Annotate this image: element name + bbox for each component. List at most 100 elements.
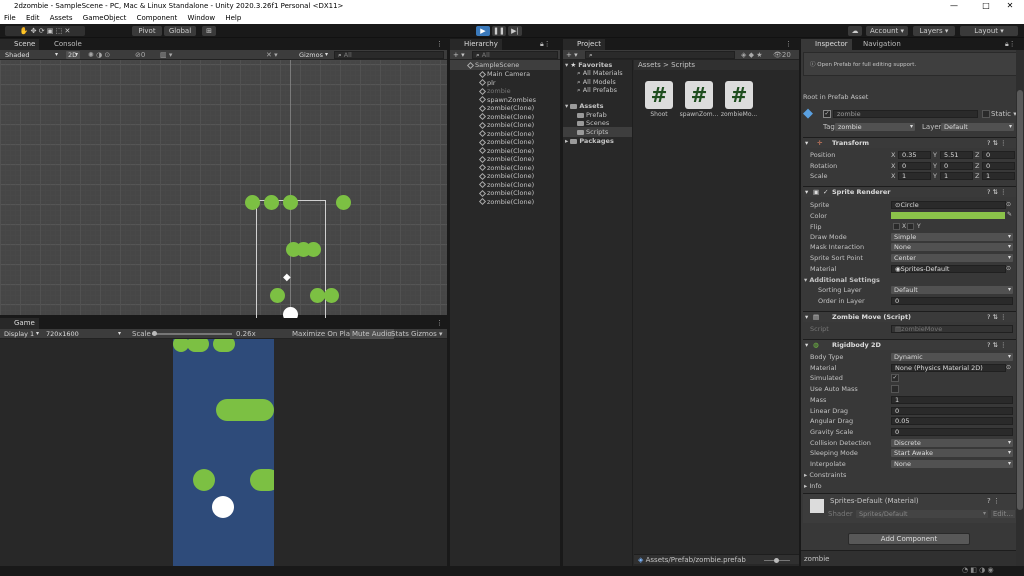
layer-dropdown[interactable]: Default [941, 123, 1014, 131]
tab-game[interactable]: Game [0, 318, 39, 329]
menu-help[interactable]: Help [225, 14, 241, 22]
sorting-layer-dropdown[interactable]: Default [891, 286, 1013, 294]
rigidbody-angular-drag-field[interactable]: 0.05 [891, 417, 1013, 426]
flip-x-checkbox[interactable] [893, 223, 900, 230]
layers-dropdown[interactable]: Layers ▾ [913, 26, 955, 36]
collab-icon[interactable]: ☁ [848, 26, 862, 36]
static-dropdown[interactable]: Static ▾ [991, 110, 1017, 118]
2d-toggle[interactable]: 2D [66, 51, 80, 59]
rigidbody-gravity-scale-field[interactable]: 0 [891, 427, 1013, 436]
rigidbody-header[interactable]: ▾ ◍ Rigidbody 2D ? ⇅ ⋮ [803, 339, 1016, 350]
layout-dropdown[interactable]: Layout ▾ [960, 26, 1018, 36]
account-dropdown[interactable]: Account ▾ [866, 26, 908, 36]
hierarchy-search[interactable]: ⌕ All [472, 51, 558, 59]
component-menu-icons[interactable]: ? ⇅ ⋮ [987, 187, 1007, 198]
mute-audio-toggle[interactable]: Mute Audio [350, 329, 394, 339]
constraints-foldout[interactable]: ▸ Constraints [804, 470, 846, 480]
component-menu-icons[interactable]: ? ⇅ ⋮ [987, 340, 1007, 351]
script-file-icon[interactable]: # [685, 81, 713, 109]
component-menu-icons[interactable]: ? ⇅ ⋮ [987, 138, 1007, 149]
create-asset-button[interactable]: + ▾ [566, 50, 578, 60]
tab-project[interactable]: Project [563, 39, 605, 50]
pivot-toggle[interactable]: Pivot [132, 26, 162, 36]
transform-rotation-x-field[interactable]: 0 [898, 161, 931, 170]
play-button[interactable]: ▶ [476, 26, 490, 36]
transform-scale-x-field[interactable]: 1 [898, 172, 931, 181]
zombie-sprite[interactable] [336, 195, 351, 210]
icon-size-slider[interactable] [764, 558, 790, 563]
resolution-dropdown[interactable]: 720x1600 [43, 330, 123, 338]
menu-gameobject[interactable]: GameObject [83, 14, 127, 22]
inspector-scrollbar[interactable] [1016, 50, 1024, 566]
icon-size-slider-thumb[interactable] [774, 558, 779, 563]
mask-interaction-dropdown[interactable]: None [891, 243, 1013, 251]
rigidbody-simulated-checkbox[interactable]: ✓ [891, 374, 899, 383]
rigidbody-linear-drag-field[interactable]: 0 [891, 406, 1013, 415]
tab-scene[interactable]: Scene [0, 39, 40, 50]
additional-settings-foldout[interactable]: ▾ Additional Settings [804, 275, 880, 285]
hierarchy-item[interactable]: zombie(Clone) [450, 197, 560, 207]
more-icon[interactable]: ⋮ [785, 39, 792, 50]
rigidbody-sleeping-mode-dropdown[interactable]: Start Awake [891, 449, 1013, 458]
menu-file[interactable]: File [4, 14, 16, 22]
add-component-button[interactable]: Add Component [848, 533, 970, 545]
menu-component[interactable]: Component [137, 14, 178, 22]
project-search[interactable]: ⌕ [585, 51, 735, 59]
object-picker-icon[interactable]: ⊙ [1006, 201, 1011, 208]
zombie-sprite[interactable] [324, 288, 339, 303]
tools-icon[interactable]: ✕ ▾ [266, 50, 278, 60]
order-in-layer-field[interactable]: 0 [891, 297, 1013, 305]
scale-slider[interactable] [152, 331, 232, 336]
packages-folder[interactable]: ▸ Packages [565, 136, 614, 146]
zombie-sprite[interactable] [306, 242, 321, 257]
more-icon[interactable]: ⋮ [436, 39, 443, 50]
sprite-field[interactable]: ⊙Circle [891, 201, 1006, 209]
enabled-checkbox[interactable]: ✓ [823, 187, 828, 198]
rigidbody-material-field[interactable]: None (Physics Material 2D) [891, 363, 1006, 372]
game-gizmos-dropdown[interactable]: Gizmos ▾ [411, 329, 443, 339]
sprite-renderer-header[interactable]: ▾ ▣ ✓ Sprite Renderer ? ⇅ ⋮ [803, 186, 1016, 197]
rigidbody-use-auto-mass-checkbox[interactable] [891, 385, 899, 394]
rigidbody-body-type-dropdown[interactable]: Dynamic [891, 353, 1013, 361]
active-checkbox[interactable]: ✓ [823, 110, 831, 118]
object-picker-icon[interactable]: ⊙ [1006, 265, 1011, 272]
zombie-sprite[interactable] [245, 195, 260, 210]
menu-window[interactable]: Window [188, 14, 216, 22]
tag-dropdown[interactable]: zombie [835, 123, 915, 131]
status-icons[interactable]: ◔ ◧ ◑ ◉ [962, 566, 994, 574]
global-toggle[interactable]: Global [164, 26, 196, 36]
eyedropper-icon[interactable]: ✎ [1007, 211, 1012, 218]
shading-dropdown[interactable]: Shaded [2, 51, 60, 59]
lock-icon[interactable]: 🔒︎⋮ [540, 39, 551, 50]
transform-tools[interactable]: ✋ ✥ ⟳ ▣ ⬚ ✕ [5, 26, 85, 36]
display-dropdown[interactable]: Display 1 [1, 330, 41, 338]
script-file-icon[interactable]: # [645, 81, 673, 109]
transform-position-y-field[interactable]: 5.51 [940, 151, 973, 159]
pause-button[interactable]: ❚❚ [492, 26, 506, 36]
object-picker-icon[interactable]: ⊙ [1006, 364, 1011, 371]
rigidbody-interpolate-dropdown[interactable]: None [891, 460, 1013, 468]
scene-viewport[interactable]: ◆ [0, 60, 447, 336]
fav-all-prefabs[interactable]: ⌕ All Prefabs [577, 85, 617, 95]
scene-search[interactable]: ⌕ All [334, 51, 444, 59]
grid-snap-button[interactable]: ⊞ [202, 26, 216, 36]
material-field[interactable]: ◉Sprites-Default [891, 265, 1006, 273]
create-button[interactable]: + ▾ [453, 50, 465, 60]
lighting-icon[interactable]: ✺ ◑ ⊙ [88, 50, 110, 60]
script-header[interactable]: ▾ ▤ Zombie Move (Script) ? ⇅ ⋮ [803, 311, 1016, 322]
inspector-scrollbar-thumb[interactable] [1017, 90, 1023, 510]
component-menu-icons[interactable]: ? ⇅ ⋮ [987, 312, 1007, 323]
tab-console[interactable]: Console [40, 39, 86, 50]
static-checkbox[interactable] [982, 110, 990, 118]
transform-position-x-field[interactable]: 0.35 [898, 151, 931, 159]
stats-toggle[interactable]: Stats [391, 329, 409, 339]
scale-slider-thumb[interactable] [152, 331, 157, 336]
breadcrumb-assets[interactable]: Assets [638, 61, 661, 69]
color-swatch[interactable] [891, 212, 1005, 219]
draw-mode-dropdown[interactable]: Simple [891, 233, 1013, 241]
transform-scale-y-field[interactable]: 1 [940, 172, 973, 181]
transform-header[interactable]: ▾ ✛ Transform ? ⇅ ⋮ [803, 137, 1016, 148]
close-button[interactable]: ✕ [996, 0, 1024, 12]
zombie-sprite[interactable] [270, 288, 285, 303]
visibility-icon[interactable]: ▥ ▾ [160, 50, 172, 60]
